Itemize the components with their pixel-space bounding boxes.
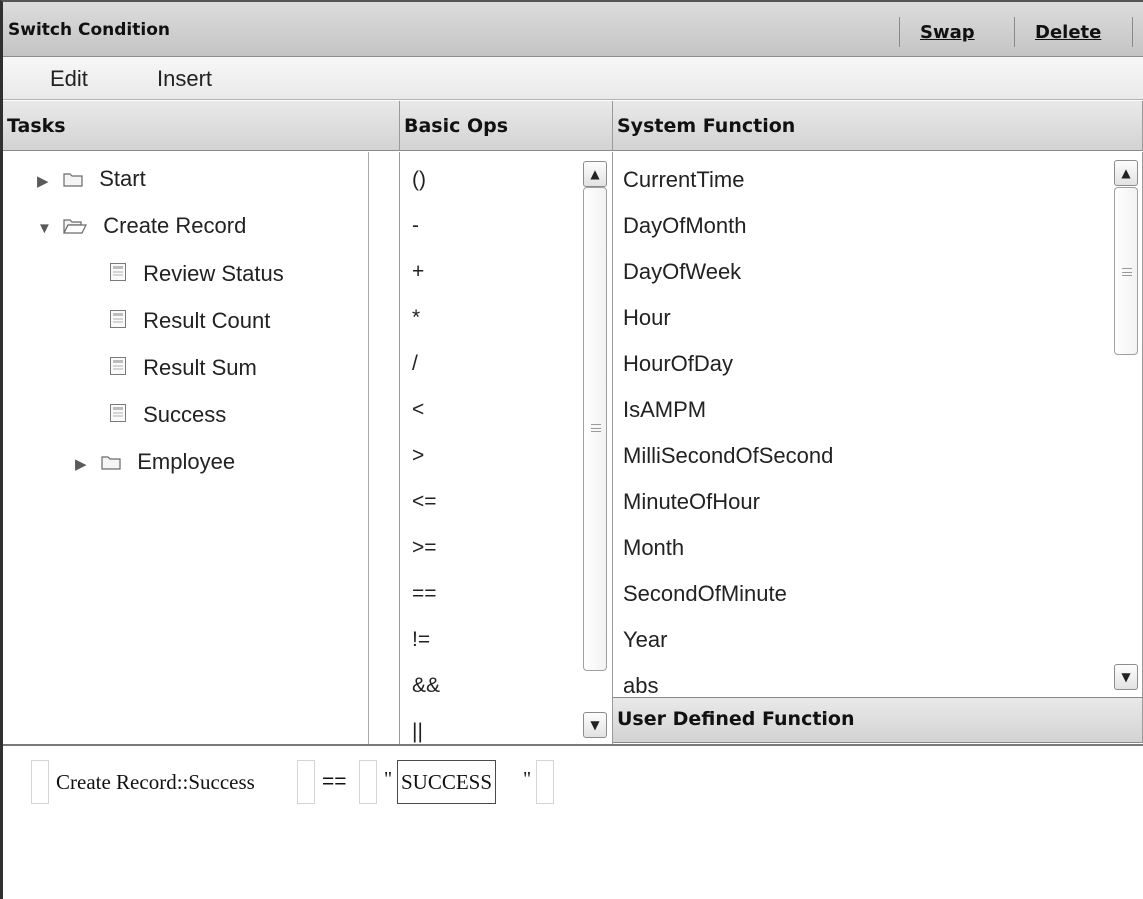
tasks-panel: ▶ Start ▼ Create Record Review Status Re… bbox=[3, 152, 400, 744]
scroll-up-icon[interactable]: ▲ bbox=[1114, 160, 1138, 186]
collapse-arrow-icon[interactable]: ▼ bbox=[37, 206, 57, 252]
menu-bar: Edit Insert bbox=[3, 57, 1143, 100]
function-item[interactable]: CurrentTime bbox=[623, 157, 744, 203]
folder-icon bbox=[101, 440, 121, 486]
system-function-scrollbar[interactable]: ▲ ▼ bbox=[1113, 152, 1139, 697]
tree-item-label: Create Record bbox=[103, 213, 247, 238]
basic-ops-panel: () - + * / < > <= >= == != && || ▲ ▼ bbox=[400, 152, 613, 744]
function-item[interactable]: DayOfMonth bbox=[623, 203, 747, 249]
tree-item-label: Review Status bbox=[143, 261, 284, 286]
system-function-header: System Function bbox=[613, 101, 1143, 151]
basic-ops-scrollbar[interactable]: ▲ ▼ bbox=[582, 152, 608, 744]
function-item[interactable]: Hour bbox=[623, 295, 671, 341]
function-item[interactable]: Month bbox=[623, 525, 684, 571]
function-item[interactable]: IsAMPM bbox=[623, 387, 706, 433]
folder-icon bbox=[63, 157, 83, 203]
scroll-down-icon[interactable]: ▼ bbox=[583, 712, 607, 738]
tree-item-result-sum[interactable]: Result Sum bbox=[109, 345, 257, 391]
open-quote: " bbox=[384, 768, 393, 790]
function-item[interactable]: MinuteOfHour bbox=[623, 479, 760, 525]
tree-item-employee[interactable]: ▶ Employee bbox=[75, 439, 235, 485]
title-separator bbox=[1014, 17, 1015, 47]
function-item[interactable]: MilliSecondOfSecond bbox=[623, 433, 833, 479]
op-item[interactable]: * bbox=[412, 295, 420, 341]
title-separator bbox=[1132, 17, 1133, 47]
op-item[interactable]: != bbox=[412, 617, 430, 663]
op-item[interactable]: && bbox=[412, 663, 440, 709]
tree-item-label: Employee bbox=[137, 449, 236, 474]
insertion-slot[interactable] bbox=[359, 760, 377, 804]
tree-item-label: Success bbox=[143, 402, 227, 427]
op-item[interactable]: < bbox=[412, 387, 424, 433]
op-item[interactable]: + bbox=[412, 249, 424, 295]
scroll-up-icon[interactable]: ▲ bbox=[583, 161, 607, 187]
tree-item-label: Result Count bbox=[143, 308, 271, 333]
function-item[interactable]: SecondOfMinute bbox=[623, 571, 787, 617]
switch-condition-window: Switch Condition Swap Delete Edit Insert… bbox=[0, 0, 1143, 899]
expression-editor[interactable]: Create Record::Success == " SUCCESS " bbox=[3, 744, 1143, 899]
menu-insert[interactable]: Insert bbox=[157, 66, 212, 92]
swap-button[interactable]: Swap bbox=[920, 22, 975, 43]
op-item[interactable]: - bbox=[412, 203, 419, 249]
tree-item-label: Start bbox=[99, 166, 146, 191]
expand-arrow-icon[interactable]: ▶ bbox=[37, 159, 57, 205]
tasks-divider bbox=[368, 152, 369, 744]
tree-item-label: Result Sum bbox=[143, 355, 257, 380]
expression-operator[interactable]: == bbox=[321, 760, 348, 804]
window-title: Switch Condition bbox=[8, 20, 170, 40]
op-item[interactable]: >= bbox=[412, 525, 437, 571]
insertion-slot[interactable] bbox=[31, 760, 49, 804]
menu-edit[interactable]: Edit bbox=[50, 66, 88, 92]
grip-icon bbox=[1122, 268, 1132, 276]
op-item[interactable]: <= bbox=[412, 479, 437, 525]
scrollbar-thumb[interactable] bbox=[583, 187, 607, 671]
op-item[interactable]: () bbox=[412, 157, 426, 203]
delete-button[interactable]: Delete bbox=[1035, 22, 1101, 43]
basic-ops-header: Basic Ops bbox=[400, 101, 613, 151]
field-icon bbox=[109, 346, 127, 392]
scrollbar-thumb[interactable] bbox=[1114, 187, 1138, 355]
field-icon bbox=[109, 299, 127, 345]
function-item[interactable]: DayOfWeek bbox=[623, 249, 741, 295]
tree-item-result-count[interactable]: Result Count bbox=[109, 298, 270, 344]
op-item[interactable]: / bbox=[412, 341, 418, 387]
op-item[interactable]: > bbox=[412, 433, 424, 479]
function-item[interactable]: Year bbox=[623, 617, 667, 663]
title-bar: Switch Condition Swap Delete bbox=[3, 2, 1143, 57]
close-quote: " bbox=[523, 768, 532, 790]
tree-item-start[interactable]: ▶ Start bbox=[37, 156, 146, 202]
op-item[interactable]: == bbox=[412, 571, 437, 617]
op-item[interactable]: || bbox=[412, 709, 423, 744]
tasks-header: Tasks bbox=[3, 101, 400, 151]
expression-value[interactable]: SUCCESS bbox=[397, 760, 497, 804]
system-function-panel: CurrentTime DayOfMonth DayOfWeek Hour Ho… bbox=[613, 152, 1143, 697]
scroll-down-icon[interactable]: ▼ bbox=[1114, 664, 1138, 690]
field-icon bbox=[109, 252, 127, 298]
insertion-slot[interactable] bbox=[536, 760, 554, 804]
field-icon bbox=[109, 393, 127, 439]
user-defined-function-header[interactable]: User Defined Function bbox=[613, 697, 1143, 743]
tree-item-review-status[interactable]: Review Status bbox=[109, 251, 284, 297]
grip-icon bbox=[591, 424, 601, 432]
function-item[interactable]: abs bbox=[623, 663, 658, 697]
open-folder-icon bbox=[63, 204, 88, 250]
tree-item-create-record[interactable]: ▼ Create Record bbox=[37, 203, 246, 249]
expression-operand[interactable]: Create Record::Success bbox=[51, 760, 260, 804]
insertion-slot[interactable] bbox=[297, 760, 315, 804]
function-item[interactable]: HourOfDay bbox=[623, 341, 733, 387]
expand-arrow-icon[interactable]: ▶ bbox=[75, 442, 95, 488]
title-separator bbox=[899, 17, 900, 47]
tree-item-success[interactable]: Success bbox=[109, 392, 226, 438]
